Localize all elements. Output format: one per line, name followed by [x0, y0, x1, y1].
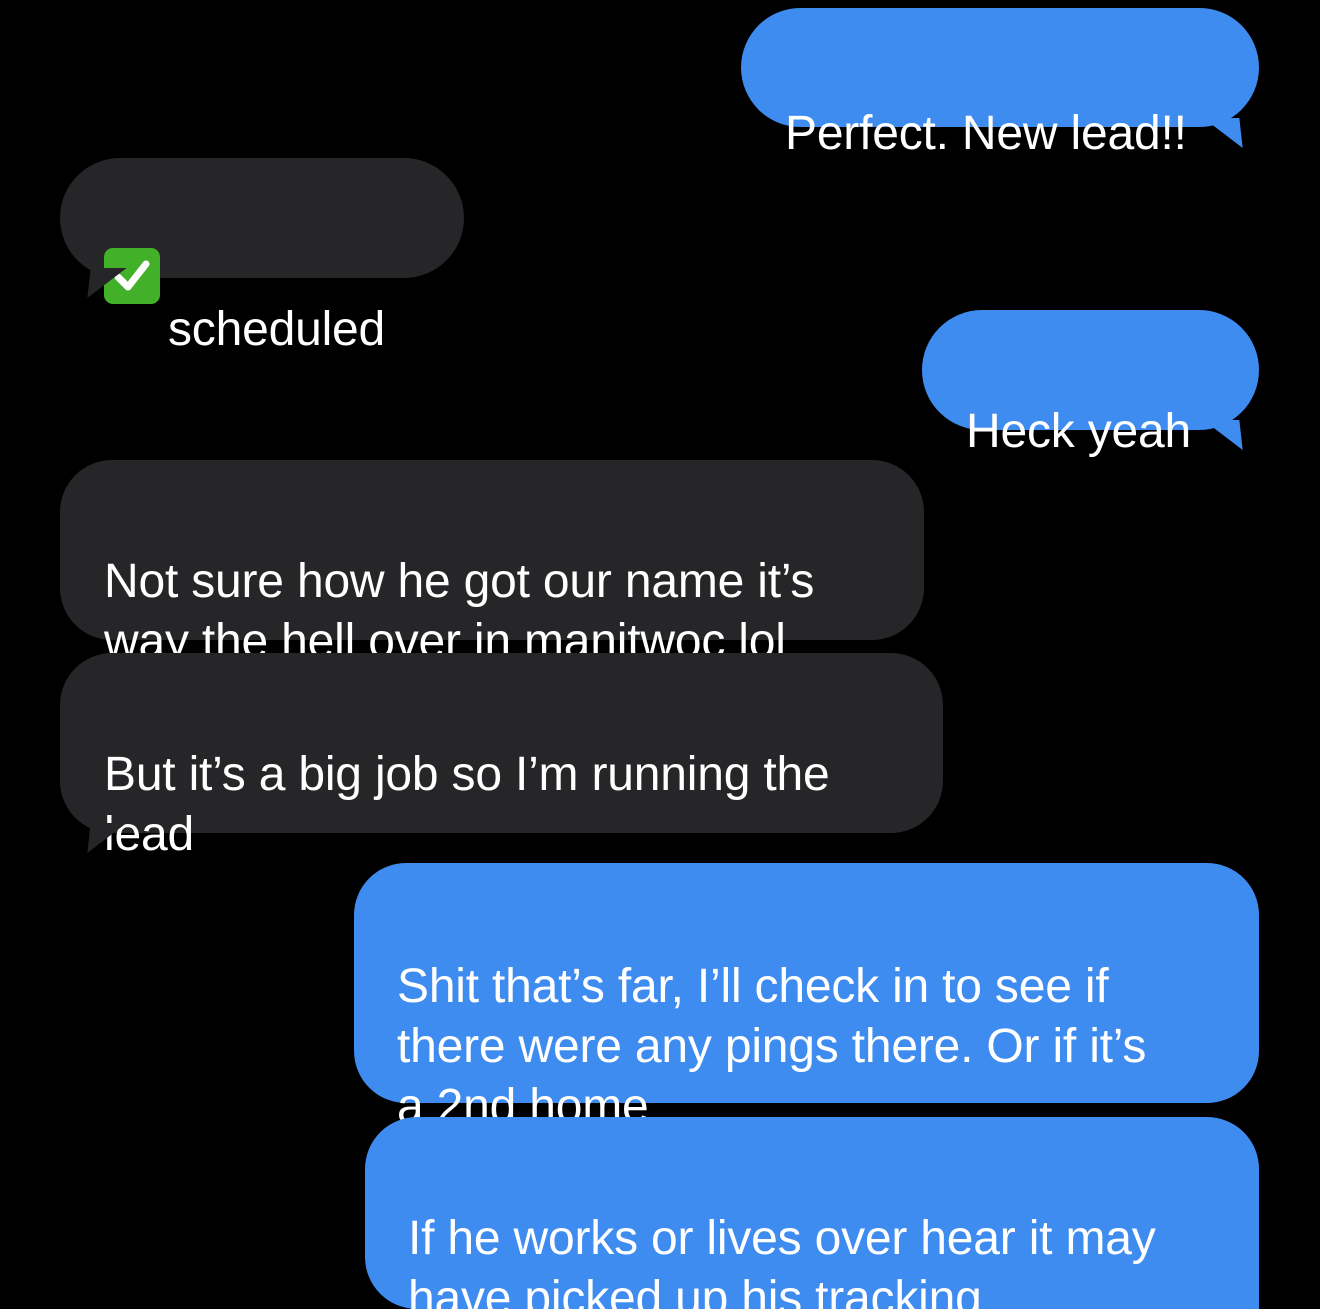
sent-message-bubble[interactable]: Shit that’s far, I’ll check in to see if… [354, 863, 1259, 1133]
message-text: If he works or lives over hear it may ha… [408, 1212, 1156, 1309]
sent-message-bubble[interactable]: Heck yeah [922, 310, 1259, 458]
received-message-bubble[interactable]: Not sure how he got our name it’s way th… [60, 460, 924, 668]
message-text: Shit that’s far, I’ll check in to see if… [397, 960, 1147, 1133]
sent-message-bubble[interactable]: Perfect. New lead!! [741, 8, 1259, 160]
bubble-tail [1203, 420, 1257, 450]
message-text: But it’s a big job so I’m running the le… [104, 748, 830, 861]
message-text: Perfect. New lead!! [785, 107, 1187, 160]
message-thread: Perfect. New lead!! scheduled Heck yeah … [0, 0, 1320, 1309]
bubble-tail [1203, 118, 1257, 148]
message-text: Not sure how he got our name it’s way th… [104, 555, 815, 668]
message-text: scheduled [168, 303, 386, 356]
message-text: Heck yeah [966, 405, 1191, 458]
sent-message-bubble[interactable]: If he works or lives over hear it may ha… [365, 1117, 1259, 1309]
received-message-bubble[interactable]: But it’s a big job so I’m running the le… [60, 653, 943, 861]
received-message-bubble[interactable]: scheduled [60, 158, 464, 356]
